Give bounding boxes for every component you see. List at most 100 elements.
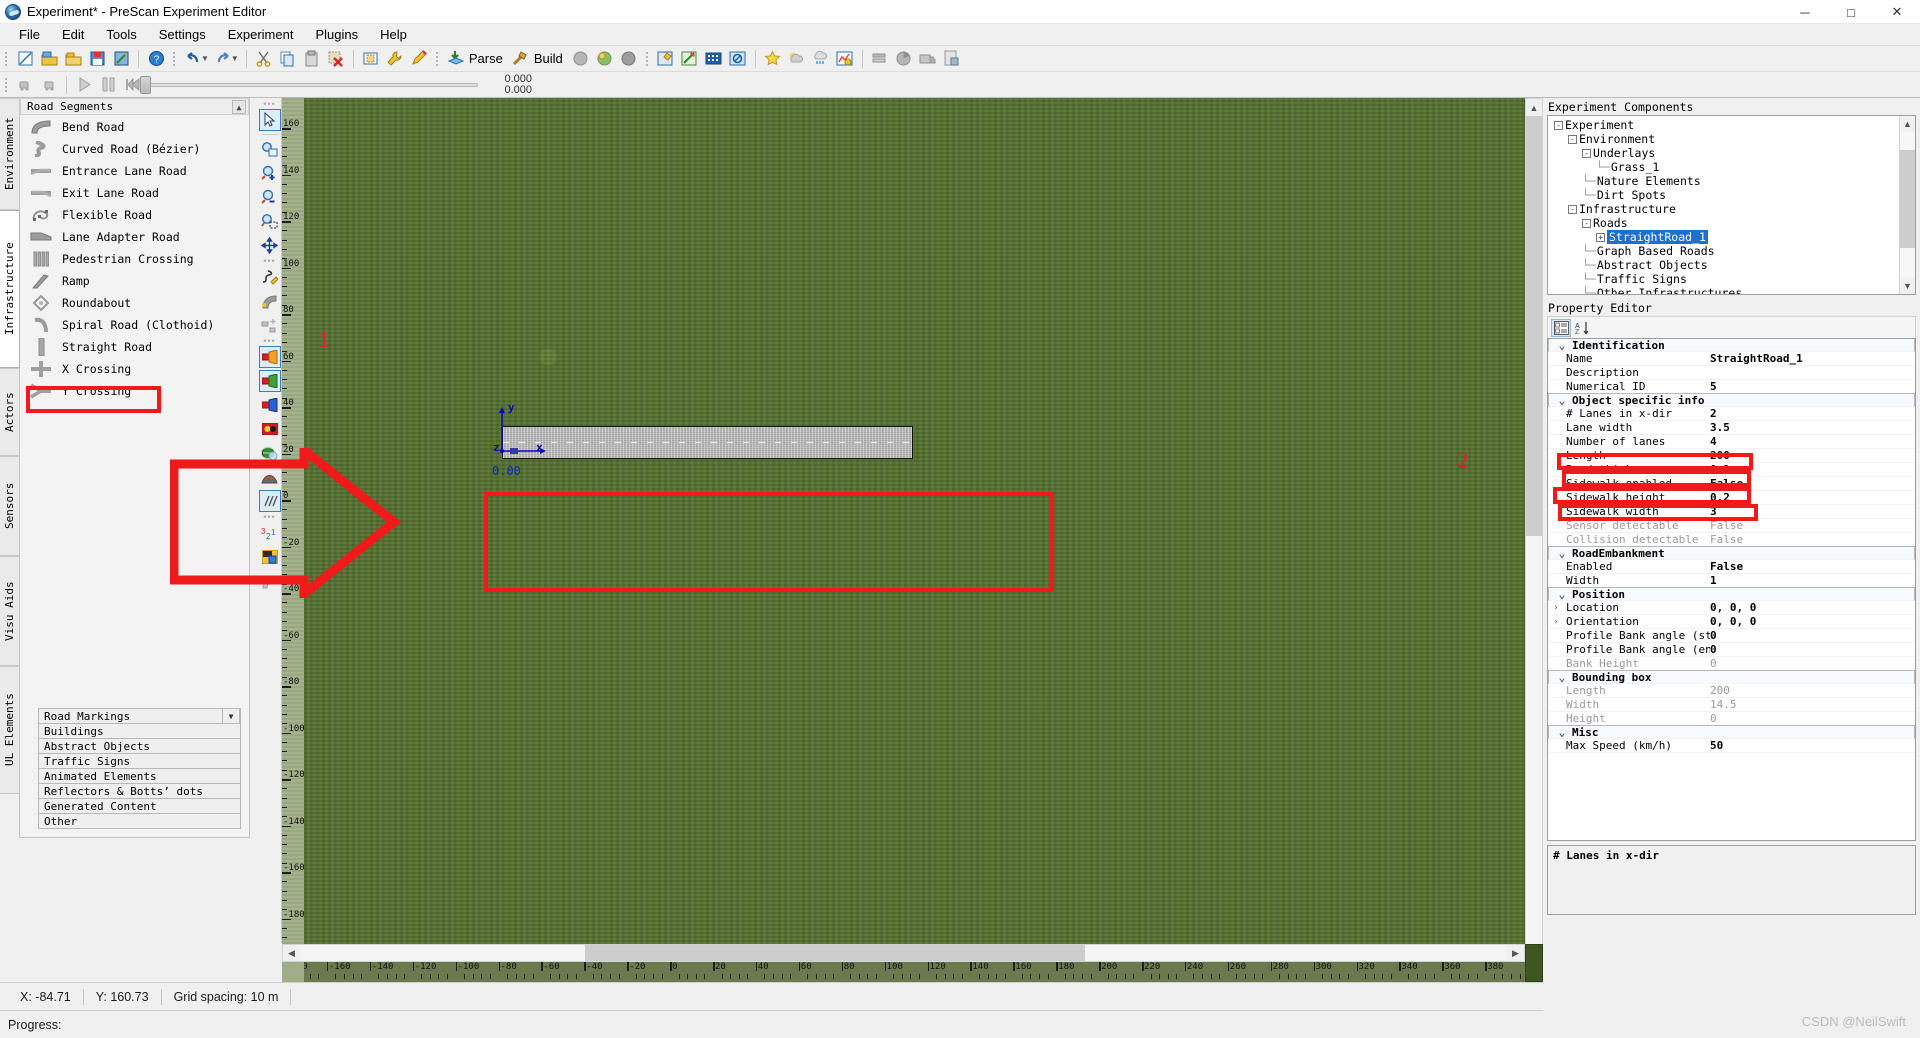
scroll-right-icon[interactable]: ▶ <box>1507 945 1524 961</box>
sphere-dark-icon[interactable] <box>618 48 640 70</box>
property-value[interactable]: False <box>1710 533 1915 546</box>
property-row[interactable]: Sidewalk height 0.2 <box>1548 491 1915 505</box>
collapse-node-icon[interactable]: - <box>1554 120 1563 130</box>
camera-sensor-tool[interactable] <box>258 346 281 368</box>
palette-category-abstract-objects[interactable]: Abstract Objects <box>38 738 241 754</box>
save-as-icon[interactable] <box>110 48 132 70</box>
sidebar-tab-sensors[interactable]: Sensors <box>0 456 20 556</box>
palette-item-curved-road-bezier[interactable]: Curved Road (Bézier) <box>20 138 249 160</box>
terrain-tool[interactable] <box>259 466 281 488</box>
palette-category-road-markings[interactable]: Road Markings ▼ <box>38 708 241 724</box>
property-row[interactable]: Profile Bank angle (end) 0 <box>1548 643 1915 657</box>
palette-item-pedestrian-crossing[interactable]: Pedestrian Crossing <box>20 248 249 270</box>
h-scroll-track[interactable] <box>300 945 1507 961</box>
palette-category-animated-elements[interactable]: Animated Elements <box>38 768 241 784</box>
palette-item-entrance-lane-road[interactable]: Entrance Lane Road <box>20 160 249 182</box>
tool-group-grip-2[interactable]: ••• <box>261 256 279 266</box>
palette-item-lane-adapter-road[interactable]: Lane Adapter Road <box>20 226 249 248</box>
select-arrow-tool[interactable] <box>258 109 281 131</box>
property-row[interactable]: › Orientation 0, 0, 0 <box>1548 615 1915 629</box>
property-grid[interactable]: ⌄ Identification Name StraightRoad_1 Descrip… <box>1547 338 1916 841</box>
parse-label[interactable]: Parse <box>468 51 509 66</box>
world-view-tool[interactable] <box>259 442 281 464</box>
menu-plugins[interactable]: Plugins <box>304 25 369 44</box>
v-scroll-track[interactable] <box>1526 116 1542 944</box>
collapse-node-icon[interactable]: - <box>1568 204 1577 214</box>
property-row[interactable]: Collision detectable False <box>1548 533 1915 547</box>
collapse-node-icon[interactable]: - <box>1582 148 1591 158</box>
viewer-icon[interactable] <box>727 48 749 70</box>
alphabetical-sort-icon[interactable]: AZ <box>1573 319 1593 337</box>
property-value[interactable]: 3 <box>1710 505 1915 518</box>
property-row[interactable]: Description <box>1548 366 1915 380</box>
sidebar-tab-environment[interactable]: Environment <box>0 98 20 210</box>
palette-item-ramp[interactable]: Ramp <box>20 270 249 292</box>
tree-scroll-track[interactable] <box>1899 132 1915 278</box>
tree-node[interactable]: └─ Other Infrastructures <box>1548 286 1899 294</box>
tree-node[interactable]: └─ Dirt Spots <box>1548 188 1899 202</box>
sphere-green-icon[interactable] <box>594 48 616 70</box>
chevron-down-icon[interactable]: ⌄ <box>1554 671 1570 683</box>
tree-node[interactable]: - Underlays <box>1548 146 1899 160</box>
menu-edit[interactable]: Edit <box>51 25 95 44</box>
edit-pencil-icon[interactable] <box>408 48 430 70</box>
sidebar-tab-visu-aids[interactable]: Visu Aids <box>0 556 20 666</box>
property-value[interactable]: False <box>1710 519 1915 532</box>
tree-scroll-down-icon[interactable]: ▼ <box>1900 278 1916 294</box>
toolbar-grip-2[interactable] <box>171 50 178 68</box>
property-row[interactable]: Bank Height 0 <box>1548 657 1915 671</box>
chevron-down-icon[interactable]: ▼ <box>222 708 240 724</box>
chevron-right-icon[interactable]: › <box>1548 603 1564 613</box>
palette-category-buildings[interactable]: Buildings <box>38 723 241 739</box>
timeline-slider-thumb[interactable] <box>140 75 151 94</box>
sphere-grey-icon[interactable] <box>570 48 592 70</box>
straight-road-object[interactable] <box>502 426 913 459</box>
menu-help[interactable]: Help <box>369 25 418 44</box>
palette-category-traffic-signs[interactable]: Traffic Signs <box>38 753 241 769</box>
tree-scrollbar[interactable]: ▲ ▼ <box>1899 116 1915 294</box>
property-row[interactable]: Name StraightRoad_1 <box>1548 352 1915 366</box>
play-icon[interactable] <box>73 74 95 96</box>
viewport-minimap[interactable] <box>1525 944 1543 982</box>
property-row[interactable]: Sidewalk enabled False <box>1548 477 1915 491</box>
chevron-down-icon[interactable]: ⌄ <box>1554 588 1570 600</box>
tool-group-grip-4[interactable]: ••• <box>261 512 279 522</box>
palette-item-spiral-road-clothoid[interactable]: Spiral Road (Clothoid) <box>20 314 249 336</box>
palette-item-y-crossing[interactable]: Y Crossing <box>20 380 249 402</box>
save-experiment-icon[interactable] <box>86 48 108 70</box>
property-value[interactable]: 4 <box>1710 435 1915 448</box>
property-category-row[interactable]: ⌄ Misc <box>1548 725 1915 739</box>
property-value[interactable]: 0 <box>1710 643 1915 656</box>
property-row[interactable]: Numerical ID 5 <box>1548 380 1915 394</box>
property-value[interactable]: 200 <box>1710 684 1915 697</box>
menu-settings[interactable]: Settings <box>148 25 217 44</box>
star-icon[interactable] <box>762 48 784 70</box>
tree-node[interactable]: └─ Graph Based Roads <box>1548 244 1899 258</box>
tree-node[interactable]: - Infrastructure <box>1548 202 1899 216</box>
parse-icon[interactable] <box>445 48 467 70</box>
tree-node[interactable]: - Experiment <box>1548 118 1899 132</box>
property-value[interactable]: 0 <box>1710 712 1915 725</box>
lidar-sensor-tool[interactable] <box>259 394 281 416</box>
property-value[interactable]: False <box>1710 477 1915 490</box>
property-category-row[interactable]: ⌄ Bounding box <box>1548 670 1915 684</box>
expand-node-icon[interactable]: + <box>1596 232 1605 242</box>
tree-node[interactable]: └─ Traffic Signs <box>1548 272 1899 286</box>
categorized-view-icon[interactable] <box>1551 318 1571 337</box>
undo-icon[interactable] <box>182 48 204 70</box>
settings-wrench-icon[interactable] <box>384 48 406 70</box>
open-experiment-icon[interactable] <box>38 48 60 70</box>
collapse-node-icon[interactable]: - <box>1568 134 1577 144</box>
open-folder-icon[interactable] <box>62 48 84 70</box>
property-row[interactable]: Height 0 <box>1548 712 1915 726</box>
property-value[interactable]: 0.2 <box>1710 491 1915 504</box>
property-value[interactable]: 200 <box>1710 449 1915 462</box>
cut-icon[interactable] <box>253 48 275 70</box>
tree-scroll-thumb[interactable] <box>1899 150 1915 248</box>
maximize-button[interactable]: □ <box>1828 0 1874 24</box>
cloud-icon[interactable] <box>786 48 808 70</box>
tree-node[interactable]: └─ Nature Elements <box>1548 174 1899 188</box>
tree-node[interactable]: └─ Grass_1 <box>1548 160 1899 174</box>
new-experiment-icon[interactable] <box>14 48 36 70</box>
property-category-row[interactable]: ⌄ Object specific info <box>1548 393 1915 407</box>
